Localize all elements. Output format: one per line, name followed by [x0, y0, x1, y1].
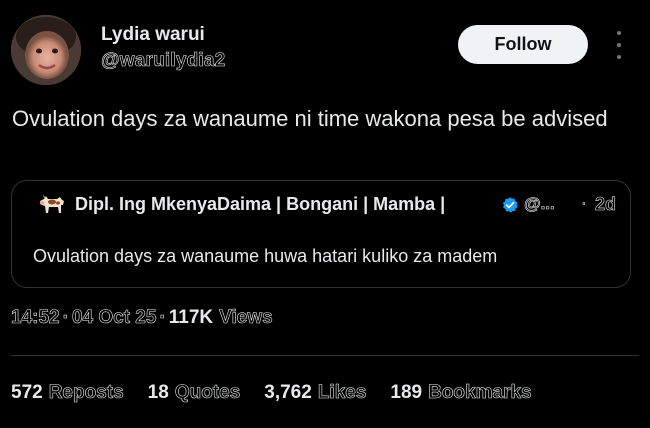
quoted-timestamp: 2d [595, 194, 617, 215]
divider [11, 355, 639, 356]
quoted-tweet-text: Ovulation days za wanaume huwa hatari ku… [33, 246, 498, 266]
author-handle[interactable]: @waruilydia2 [101, 50, 226, 72]
meta-separator: · [62, 307, 69, 329]
quotes-count: 18 [147, 382, 169, 403]
tweet-text: Ovulation days za wanaume ni time wakona… [12, 106, 608, 131]
more-dot [617, 55, 621, 59]
likes-label: Likes [317, 382, 367, 404]
bookmarks-count: 189 [390, 382, 423, 403]
bookmarks-label: Bookmarks [428, 382, 532, 404]
tweet-meta: 14:52 · 04 Oct 25 · 117K Views [11, 307, 273, 329]
quoted-separator: · [581, 193, 587, 213]
views-count: 117K [168, 307, 214, 328]
more-dot [617, 43, 621, 47]
tweet-time[interactable]: 14:52 [11, 307, 60, 329]
follow-button[interactable]: Follow [458, 25, 588, 64]
reposts-count: 572 [11, 382, 43, 403]
author-name[interactable]: Lydia warui [101, 24, 205, 46]
author-avatar[interactable] [11, 15, 81, 85]
quoted-author-handle: @... [524, 194, 555, 214]
quotes-label: Quotes [174, 382, 241, 404]
quoted-tweet-card[interactable]: Dipl. Ing MkenyaDaima | Bongani | Mamba … [11, 180, 631, 288]
quotes-stat[interactable]: 18 Quotes [148, 382, 241, 404]
tweet-view: Lydia warui @waruilydia2 Follow Ovulatio… [0, 0, 650, 428]
verified-badge-icon [502, 197, 518, 213]
views-label: Views [219, 307, 273, 329]
meta-separator: · [159, 307, 166, 329]
engagement-stats: 572 Reposts 18 Quotes 3,762 Likes 189 Bo… [11, 382, 556, 404]
tweet-date[interactable]: 04 Oct 25 [72, 307, 157, 329]
more-dot [617, 31, 621, 35]
avatar-image [11, 15, 81, 85]
quoted-author-name: Dipl. Ing MkenyaDaima | Bongani | Mamba … [75, 194, 446, 214]
likes-stat[interactable]: 3,762 Likes [264, 382, 366, 404]
reposts-label: Reposts [48, 382, 124, 404]
likes-count: 3,762 [264, 382, 312, 403]
cow-emoji-icon [39, 195, 64, 213]
reposts-stat[interactable]: 572 Reposts [11, 382, 124, 404]
bookmarks-stat[interactable]: 189 Bookmarks [390, 382, 532, 404]
more-vertical-icon[interactable] [609, 31, 629, 59]
